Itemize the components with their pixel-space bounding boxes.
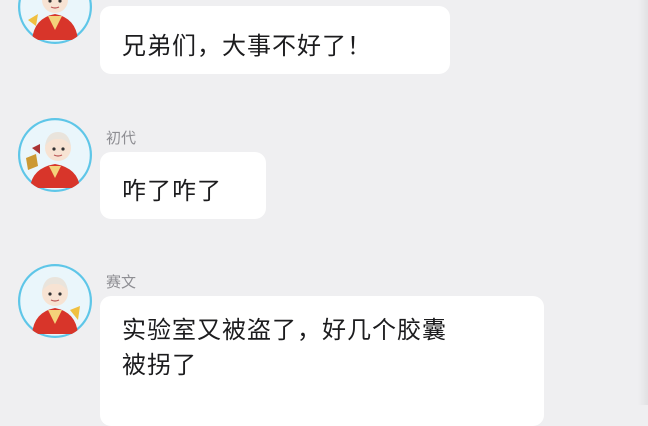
anime-character-avatar-icon bbox=[18, 0, 92, 44]
anime-character-avatar-icon bbox=[18, 118, 92, 192]
message-bubble[interactable]: 兄弟们，大事不好了！ bbox=[100, 6, 450, 74]
avatar[interactable] bbox=[18, 0, 92, 44]
avatar[interactable] bbox=[18, 264, 92, 338]
sender-name: 赛文 bbox=[106, 273, 137, 291]
message-bubble[interactable]: 咋了咋了 bbox=[100, 152, 266, 219]
message-text: 咋了咋了 bbox=[122, 177, 222, 205]
message-text: 兄弟们，大事不好了！ bbox=[122, 32, 372, 60]
scroll-edge-shadow bbox=[638, 0, 648, 405]
message-bubble[interactable]: 实验室又被盗了，好几个胶囊 被拐了 bbox=[100, 296, 544, 426]
avatar[interactable] bbox=[18, 118, 92, 192]
message-text-line: 实验室又被盗了，好几个胶囊 bbox=[122, 316, 447, 344]
anime-character-avatar-icon bbox=[18, 264, 92, 338]
sender-name: 初代 bbox=[106, 129, 137, 147]
chat-message-list[interactable]: 兄弟们，大事不好了！ 初代 咋了咋了 赛文 实验室又被盗了，好几个胶囊 被拐了 bbox=[0, 0, 648, 426]
message-text-line: 被拐了 bbox=[122, 351, 197, 379]
